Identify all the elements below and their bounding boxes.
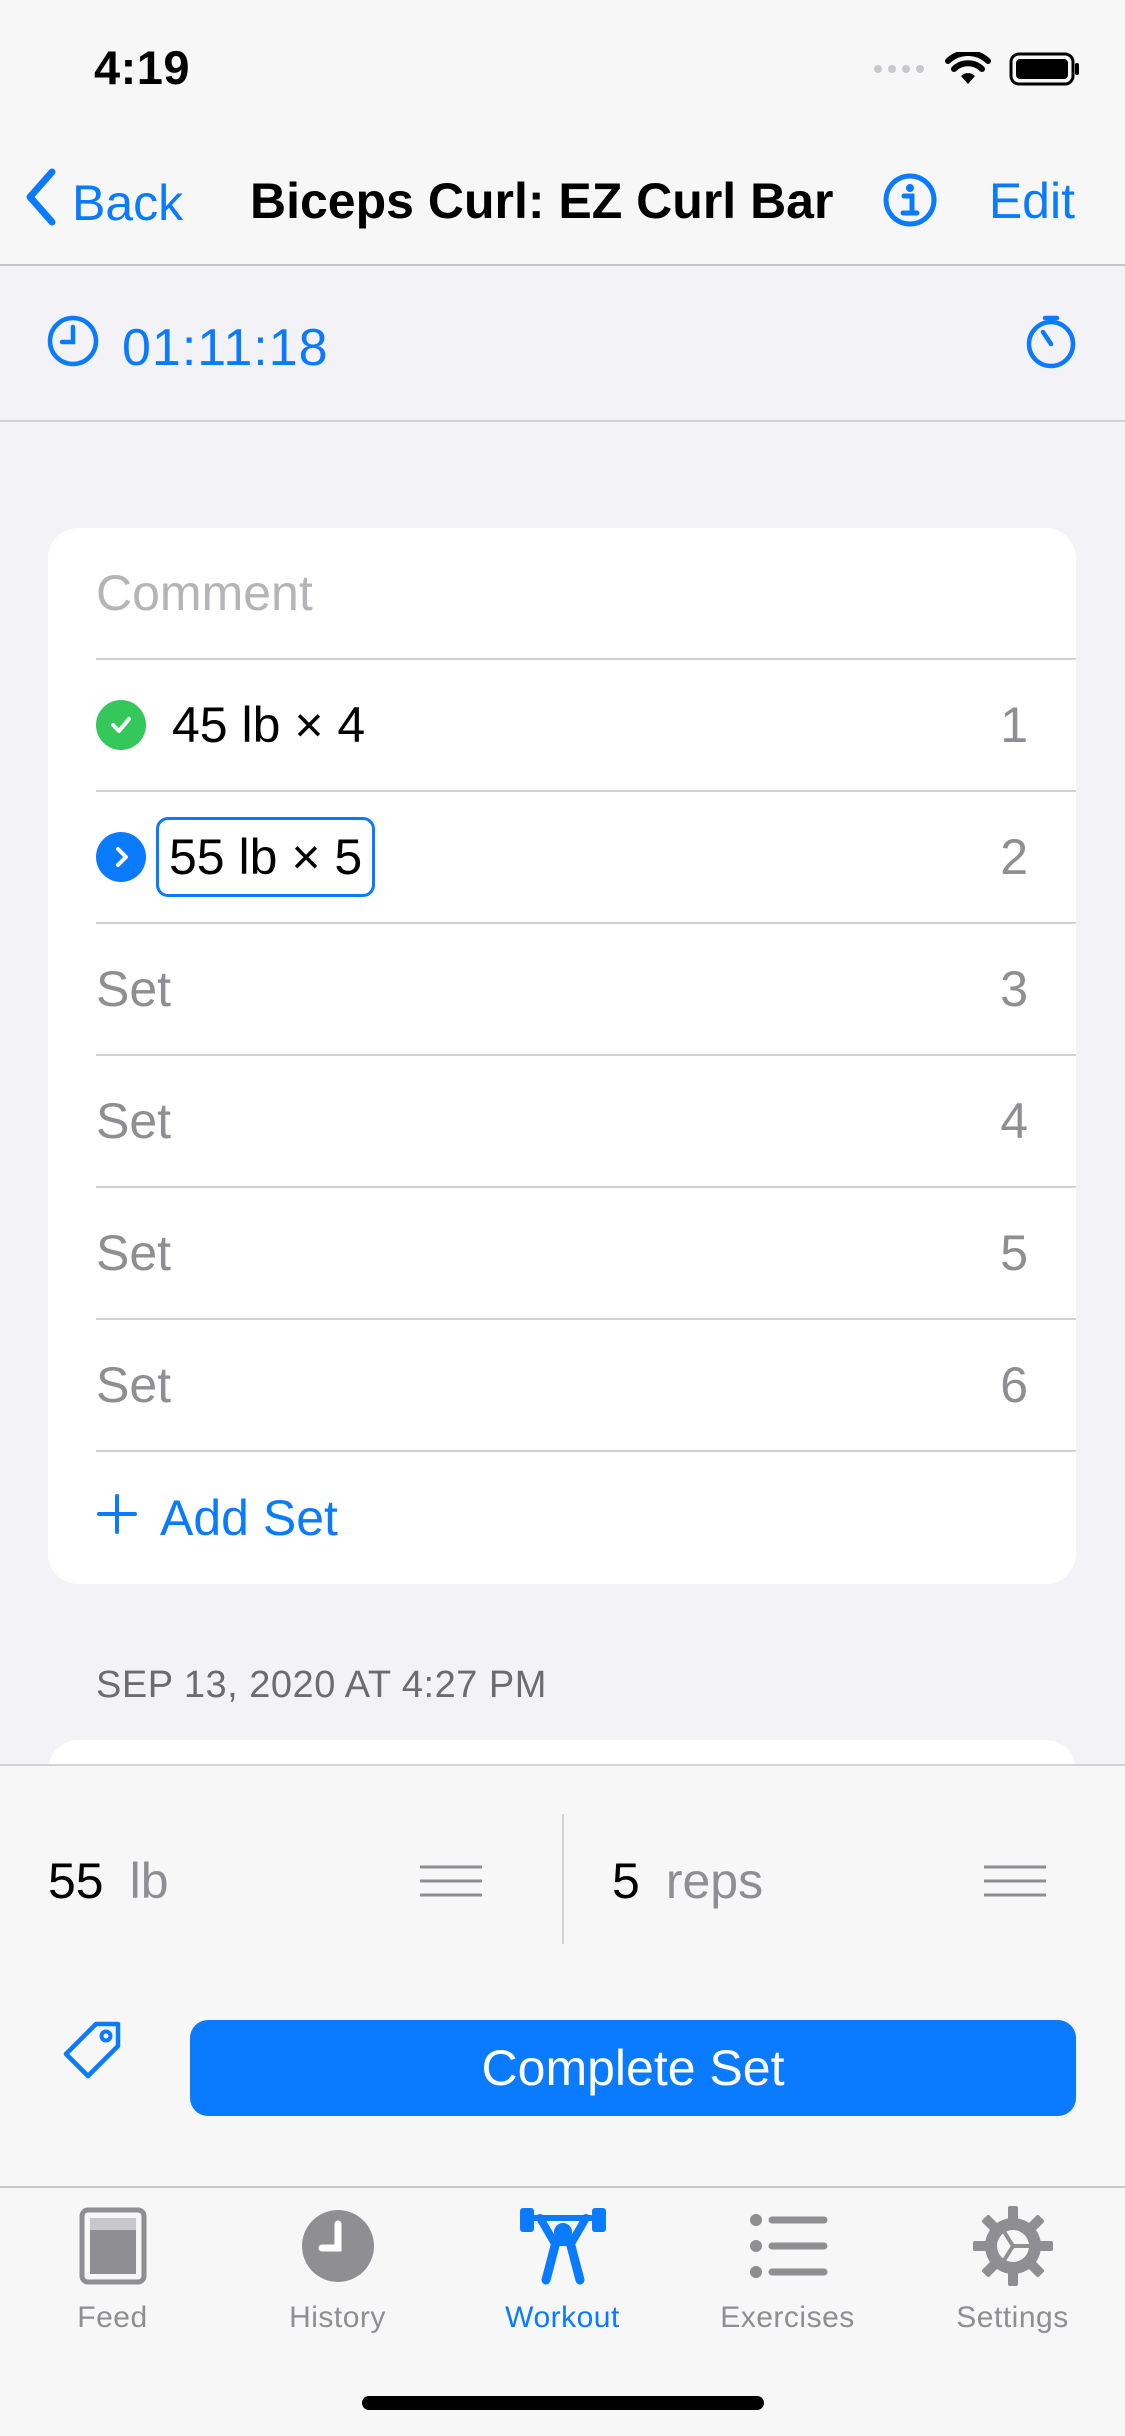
tab-label: Settings <box>956 2301 1069 2334</box>
clock-icon <box>46 314 100 381</box>
set-number: 1 <box>1000 697 1028 753</box>
tab-exercises[interactable]: Exercises <box>675 2206 900 2335</box>
back-label: Back <box>72 175 184 231</box>
list-icon <box>748 2206 828 2291</box>
set-number: 6 <box>1000 1357 1028 1413</box>
set-label: Set <box>96 1093 172 1149</box>
back-button[interactable]: Back <box>24 168 183 238</box>
comment-placeholder: Comment <box>96 565 313 621</box>
plus-icon <box>96 1489 138 1547</box>
tab-label: Feed <box>77 2301 148 2334</box>
checkmark-icon <box>96 700 146 750</box>
home-indicator[interactable] <box>362 2396 764 2410</box>
reps-value: 5 <box>612 1853 640 1909</box>
set-label: Set <box>96 1225 172 1281</box>
edit-button[interactable]: Edit <box>989 172 1075 230</box>
tab-settings[interactable]: Settings <box>900 2206 1125 2335</box>
battery-icon <box>1009 52 1081 91</box>
set-row-5[interactable]: Set 5 <box>96 1188 1076 1320</box>
status-icons <box>873 50 1081 91</box>
set-label: Set <box>96 1357 172 1413</box>
info-button[interactable] <box>882 172 938 233</box>
tab-label: History <box>289 2301 386 2334</box>
set-row-3[interactable]: Set 3 <box>96 924 1076 1056</box>
tab-workout[interactable]: Workout <box>450 2206 675 2335</box>
stepper-divider <box>562 1814 564 1944</box>
tab-label: Exercises <box>720 2301 855 2334</box>
set-number: 3 <box>1000 961 1028 1017</box>
complete-set-button[interactable]: Complete Set <box>190 2020 1076 2116</box>
navigation-bar: Back Biceps Curl: EZ Curl Bar Edit <box>0 140 1125 266</box>
weightlifter-icon <box>518 2206 608 2291</box>
set-row-1[interactable]: 45 lb × 4 1 <box>96 660 1076 792</box>
set-number: 5 <box>1000 1225 1028 1281</box>
stopwatch-icon <box>1023 315 1079 374</box>
set-label-editing[interactable]: 55 lb × 5 <box>156 817 376 897</box>
chevron-right-icon <box>96 832 146 882</box>
set-label: Set <box>96 961 172 1017</box>
tab-feed[interactable]: Feed <box>0 2206 225 2335</box>
tag-icon <box>60 2021 126 2086</box>
set-number: 2 <box>1000 829 1028 885</box>
drag-handle-icon[interactable] <box>418 1864 484 1903</box>
workout-timer[interactable]: 01:11:18 <box>46 314 329 381</box>
reps-stepper[interactable]: 5 reps <box>612 1816 1048 1946</box>
set-number: 4 <box>1000 1093 1028 1149</box>
page-title: Biceps Curl: EZ Curl Bar <box>250 173 834 229</box>
weight-unit: lb <box>129 1853 169 1909</box>
weight-value: 55 <box>48 1853 104 1909</box>
wifi-icon <box>945 50 991 91</box>
reps-unit: reps <box>665 1853 764 1909</box>
gear-icon <box>972 2206 1053 2291</box>
tab-history[interactable]: History <box>225 2206 450 2335</box>
tag-button[interactable] <box>60 2016 126 2087</box>
timer-value: 01:11:18 <box>122 318 329 377</box>
sets-card: Comment 45 lb × 4 1 55 lb × 5 2 Set 3 Se… <box>48 528 1076 1584</box>
chevron-left-icon <box>24 168 58 238</box>
comment-field[interactable]: Comment <box>96 528 1076 660</box>
set-entry-panel: 55 lb 5 reps Complete Set <box>0 1764 1125 2186</box>
feed-icon <box>78 2206 148 2291</box>
set-row-6[interactable]: Set 6 <box>96 1320 1076 1452</box>
timer-bar: 01:11:18 <box>0 266 1125 422</box>
clock-icon <box>300 2206 376 2291</box>
weight-stepper[interactable]: 55 lb <box>48 1816 484 1946</box>
drag-handle-icon[interactable] <box>982 1864 1048 1903</box>
set-row-4[interactable]: Set 4 <box>96 1056 1076 1188</box>
status-time: 4:19 <box>94 41 191 94</box>
set-row-2[interactable]: 55 lb × 5 2 <box>96 792 1076 924</box>
tab-label: Workout <box>505 2301 620 2334</box>
add-set-label: Add Set <box>160 1490 338 1546</box>
cellular-signal-icon <box>873 62 927 81</box>
status-bar: 4:19 <box>0 0 1125 140</box>
add-set-button[interactable]: Add Set <box>96 1452 338 1584</box>
history-date-header: SEP 13, 2020 AT 4:27 PM <box>96 1664 547 1706</box>
info-icon <box>882 173 938 232</box>
rest-timer-button[interactable] <box>1023 314 1079 375</box>
set-label: 45 lb × 4 <box>172 697 366 753</box>
